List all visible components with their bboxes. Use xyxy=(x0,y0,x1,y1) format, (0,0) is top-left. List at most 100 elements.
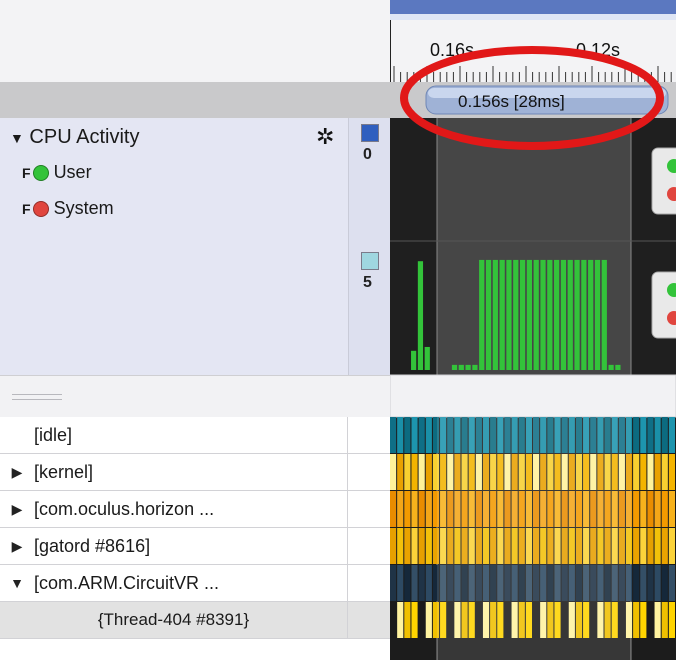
process-row[interactable]: ▶ [kernel] xyxy=(0,454,390,491)
cpu-bar xyxy=(417,261,424,370)
heat-cell xyxy=(654,565,661,601)
process-name: [gatord #8616] xyxy=(34,535,151,556)
heat-cell xyxy=(633,491,640,527)
pane-splitter[interactable] xyxy=(0,375,390,419)
cpu-bar xyxy=(567,259,573,370)
heat-cell xyxy=(390,491,397,527)
cpu-bar xyxy=(513,259,519,370)
cpu-bar xyxy=(424,346,430,370)
thread-name: {Thread-404 #8391} xyxy=(97,610,250,629)
splitter-grip-line xyxy=(12,399,62,400)
heat-cell xyxy=(668,565,675,601)
cpu-bar xyxy=(574,259,580,370)
process-row[interactable]: ▶ [com.oculus.horizon ... xyxy=(0,491,390,528)
cpu-bar xyxy=(554,259,560,370)
heat-cell xyxy=(668,417,675,453)
triangle-right-icon[interactable]: ▶ xyxy=(0,538,34,555)
heat-cell xyxy=(425,528,432,564)
timeline-scrollbar[interactable] xyxy=(390,0,676,14)
process-name: [com.oculus.horizon ... xyxy=(34,498,215,519)
left-panel: ▼ CPU Activity ✲ F User F System 0 5 [id… xyxy=(0,0,391,660)
series-user[interactable]: F User xyxy=(22,162,92,183)
cpu-bar xyxy=(615,364,621,370)
heat-cell xyxy=(425,454,432,490)
heat-cell xyxy=(397,528,404,564)
heat-cell xyxy=(668,528,675,564)
heat-cell xyxy=(404,454,411,490)
heat-cell xyxy=(640,491,647,527)
triangle-down-icon[interactable]: ▼ xyxy=(10,130,24,146)
cpu-bar xyxy=(506,259,512,370)
red-dot-icon xyxy=(32,200,49,217)
process-row[interactable]: [idle] xyxy=(0,417,390,454)
cpu-bar xyxy=(492,259,498,370)
heat-cell xyxy=(404,417,411,453)
process-heatmap xyxy=(390,417,675,660)
cpu-bar xyxy=(451,364,458,370)
heat-cell xyxy=(654,528,661,564)
process-row[interactable]: ▼ [com.ARM.CircuitVR ... xyxy=(0,565,390,602)
heat-cell xyxy=(404,565,411,601)
heat-cell xyxy=(654,602,661,638)
process-name: [idle] xyxy=(34,424,73,445)
triangle-right-icon[interactable]: ▶ xyxy=(0,501,34,518)
heat-cell xyxy=(411,565,418,601)
heat-cell xyxy=(418,454,425,490)
cpu-bar xyxy=(608,364,614,370)
triangle-down-icon[interactable]: ▼ xyxy=(0,575,34,591)
cpu-bar xyxy=(499,259,505,370)
heat-cell xyxy=(418,528,425,564)
timeline-canvas[interactable]: 0 0.16s 0.12s 0.156s [28ms] xyxy=(378,0,676,660)
heat-cell xyxy=(425,417,432,453)
heat-cell xyxy=(411,417,418,453)
heat-cell xyxy=(633,565,640,601)
cpu-bar xyxy=(465,364,471,370)
heat-cell xyxy=(411,454,418,490)
heat-cell xyxy=(640,565,647,601)
cpu-bar xyxy=(485,259,492,370)
cpu-bar xyxy=(519,259,526,370)
heat-cell xyxy=(668,602,675,638)
heat-cell xyxy=(411,491,418,527)
process-name: [com.ARM.CircuitVR ... xyxy=(34,572,220,593)
cpu-bar xyxy=(479,259,485,370)
scale-swatch-light[interactable] xyxy=(361,252,379,270)
heat-cell xyxy=(397,454,404,490)
heat-cell xyxy=(633,417,640,453)
filter-flag[interactable]: F xyxy=(22,201,31,217)
process-row[interactable]: ▶ [gatord #8616] xyxy=(0,528,390,565)
cpu-activity-panel: ▼ CPU Activity ✲ F User F System xyxy=(0,118,349,375)
heat-cell xyxy=(661,454,668,490)
triangle-right-icon[interactable]: ▶ xyxy=(0,464,34,481)
heat-cell xyxy=(661,417,668,453)
heat-cell xyxy=(640,602,647,638)
gear-icon[interactable]: ✲ xyxy=(316,124,334,150)
heat-cell xyxy=(654,491,661,527)
cpu-bar xyxy=(411,350,417,370)
heat-cell xyxy=(390,565,397,601)
scale-swatch-blue[interactable] xyxy=(361,124,379,142)
heat-cell xyxy=(390,454,397,490)
selection-wash xyxy=(437,417,631,660)
series-marker-bottom[interactable] xyxy=(651,271,676,339)
series-label-system: System xyxy=(53,198,114,218)
timeline-header-blank xyxy=(0,0,390,82)
cpu-bar xyxy=(594,259,601,370)
heat-cell xyxy=(418,417,425,453)
cpu-bar xyxy=(560,259,567,370)
filter-flag[interactable]: F xyxy=(22,165,31,181)
cpu-bar xyxy=(588,259,594,370)
cpu-bar xyxy=(458,364,464,370)
timeline-splitter[interactable] xyxy=(389,374,676,418)
thread-row[interactable]: {Thread-404 #8391} xyxy=(0,602,390,639)
heat-cell xyxy=(661,528,668,564)
heat-cell xyxy=(640,454,647,490)
series-marker-top[interactable] xyxy=(651,147,676,215)
heat-cell xyxy=(425,602,432,638)
heat-cell xyxy=(418,565,425,601)
timeline-panel[interactable]: 0 0.16s 0.12s 0.156s [28ms] xyxy=(378,0,676,660)
heat-cell xyxy=(425,565,432,601)
heat-cell xyxy=(411,528,418,564)
cpu-activity-header[interactable]: ▼ CPU Activity xyxy=(10,126,139,149)
series-system[interactable]: F System xyxy=(22,198,114,219)
